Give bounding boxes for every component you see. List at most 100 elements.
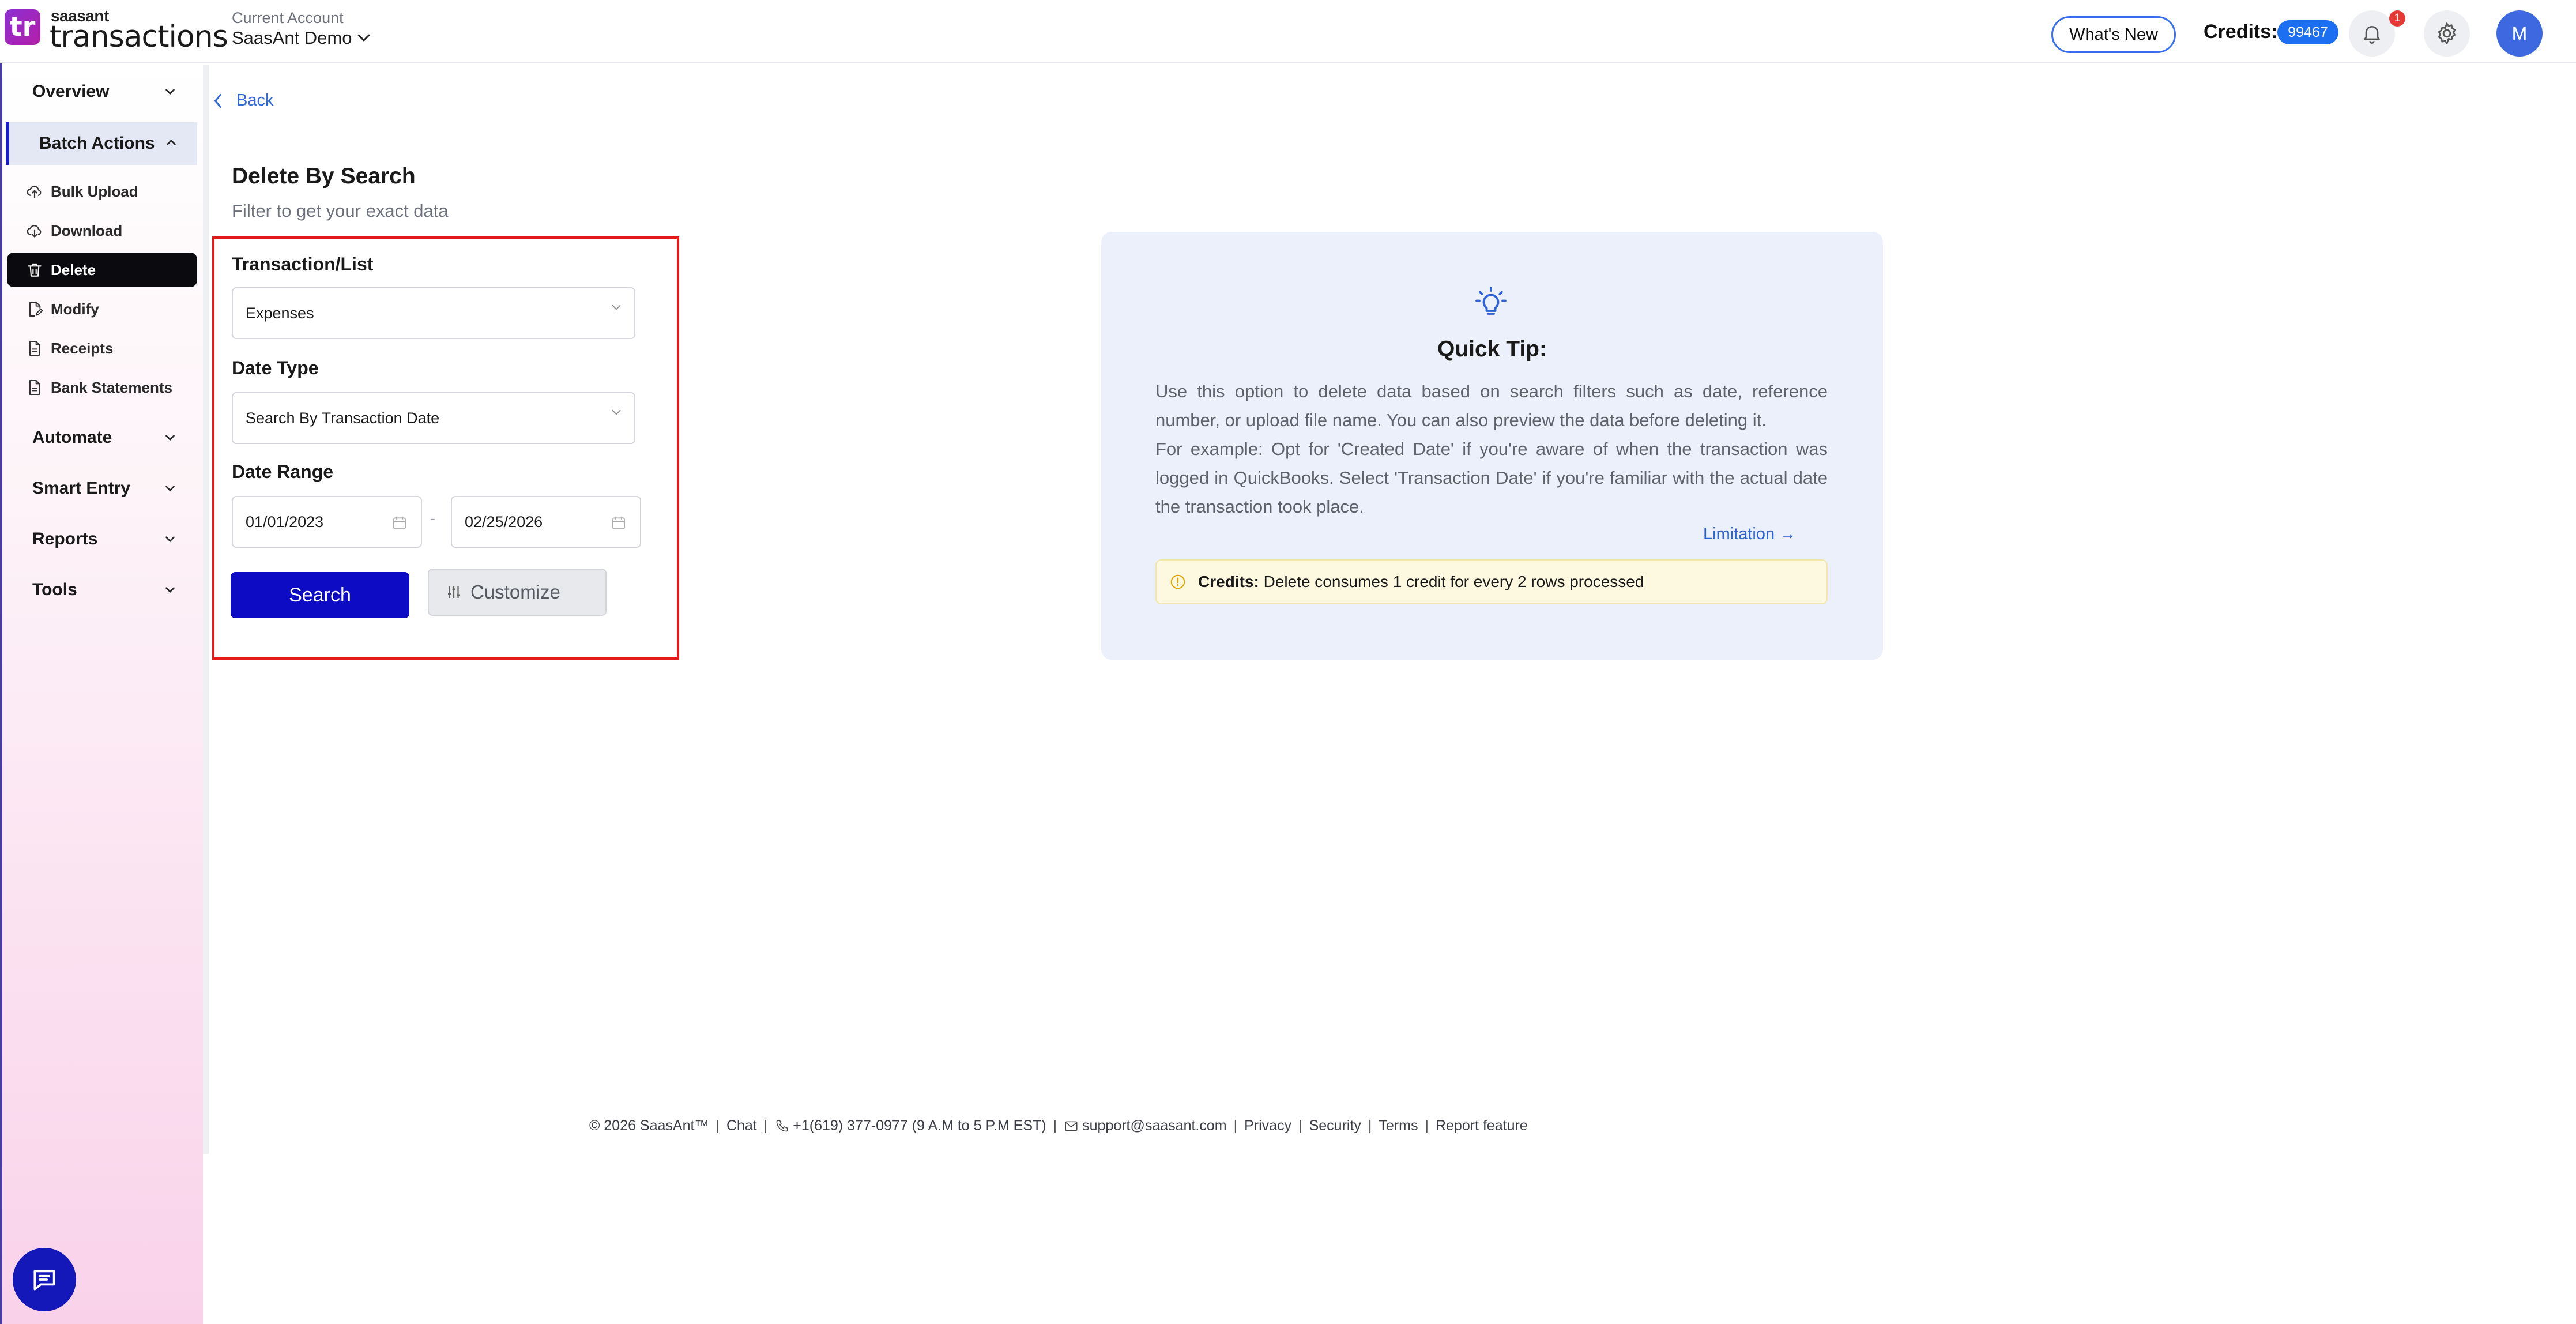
chat-icon [33,1270,55,1291]
top-header: tr saasant transactions Current Account … [0,0,2576,63]
notifications-button[interactable] [2349,10,2395,57]
transaction-list-label: Transaction/List [232,254,374,274]
sidebar-group-reports[interactable]: Reports [8,519,196,559]
chevron-down-icon [165,587,175,593]
sliders-icon [448,586,460,598]
page-title: Delete By Search [232,164,416,189]
quick-tip-title: Quick Tip: [1437,337,1547,362]
limitation-link[interactable]: Limitation → [1703,525,1796,544]
footer-terms-link[interactable]: Terms [1379,1118,1418,1134]
footer-phone[interactable]: +1(619) 377-0977 (9 A.M to 5 P.M EST) [774,1118,1046,1134]
sidebar-item-label: Download [51,221,123,239]
sidebar-item-bank-statements[interactable]: Bank Statements [7,370,197,405]
calendar-icon[interactable] [610,514,627,532]
bell-icon [2364,26,2380,44]
date-type-select[interactable]: Search By Transaction Date [232,392,635,444]
credits-usage-note: Credits: Delete consumes 1 credit for ev… [1155,559,1828,604]
sidebar-group-batch-actions[interactable]: Batch Actions [6,122,197,165]
date-range-label: Date Range [232,461,334,482]
customize-label: Customize [470,581,560,603]
date-from-value: 01/01/2023 [246,513,324,531]
date-type-value: Search By Transaction Date [246,409,440,427]
credits-badge[interactable]: 99467 [2277,20,2338,44]
transaction-list-select[interactable]: Expenses [232,287,635,339]
document-icon [29,341,40,356]
credits-note-text: Delete consumes 1 credit for every 2 row… [1263,573,1644,590]
chevron-down-icon [165,536,175,543]
credits-note-label: Credits: [1198,573,1259,590]
footer-privacy-link[interactable]: Privacy [1244,1118,1291,1134]
sidebar-group-automate[interactable]: Automate [8,417,196,458]
sidebar-item-delete[interactable]: Delete [7,253,197,287]
sidebar-group-label: Overview [32,82,110,101]
back-label: Back [236,91,274,110]
date-to-value: 02/25/2026 [465,513,543,531]
sidebar-group-label: Smart Entry [32,479,131,498]
footer: © 2026 SaasAnt™ | Chat | +1(619) 377-097… [589,1118,1528,1134]
date-from-input[interactable]: 01/01/2023 [232,496,422,548]
sidebar-item-download[interactable]: Download [7,213,197,248]
footer-email[interactable]: support@saasant.com [1064,1118,1227,1134]
sidebar-item-receipts[interactable]: Receipts [7,331,197,366]
sidebar-item-label: Bulk Upload [51,182,138,200]
cloud-upload-icon [27,186,42,198]
transaction-list-value: Expenses [246,304,314,322]
footer-chat-link[interactable]: Chat [726,1118,757,1134]
footer-email-text: support@saasant.com [1082,1118,1227,1134]
sidebar-item-label: Bank Statements [51,378,172,396]
logo-mark[interactable]: tr [5,9,40,45]
sidebar-item-label: Modify [51,300,99,318]
sidebar-item-modify[interactable]: Modify [7,292,197,326]
sidebar-group-label: Reports [32,529,98,548]
account-switcher[interactable]: SaasAnt Demo [232,28,352,48]
sidebar-item-label: Delete [51,261,96,279]
sidebar-group-overview[interactable]: Overview [8,72,196,112]
chevron-down-icon [612,304,621,310]
sidebar-group-label: Batch Actions [39,134,155,153]
chat-support-button[interactable] [13,1248,76,1311]
chevron-left-icon [214,93,221,108]
quick-tip-paragraph-2: For example: Opt for 'Created Date' if y… [1155,439,1828,517]
document-icon [29,380,40,395]
search-button[interactable]: Search [231,572,409,618]
mail-icon [1065,1121,1078,1131]
sidebar-group-label: Tools [32,580,77,599]
chevron-down-icon[interactable] [355,29,372,46]
date-type-label: Date Type [232,358,319,378]
lightbulb-icon [1475,287,1507,315]
back-link[interactable]: Back [212,91,273,110]
sidebar-scrollbar[interactable] [203,65,209,1154]
cloud-download-icon [27,225,42,238]
date-to-input[interactable]: 02/25/2026 [451,496,641,548]
quick-tip-paragraph-1: Use this option to delete data based on … [1155,381,1828,430]
trash-icon [28,263,42,277]
credits-label: Credits: [2204,21,2278,43]
chevron-down-icon [165,486,175,492]
chevron-up-icon [167,139,176,145]
page-subtitle: Filter to get your exact data [232,201,449,221]
whats-new-button[interactable]: What's New [2051,16,2176,53]
footer-copyright: © 2026 SaasAnt™ [589,1118,709,1134]
sidebar-group-label: Automate [32,428,112,447]
sidebar-item-label: Receipts [51,339,114,357]
phone-icon [776,1119,788,1131]
footer-security-link[interactable]: Security [1309,1118,1361,1134]
logo-product-name[interactable]: transactions [50,20,228,54]
edit-document-icon [29,302,43,317]
gear-icon [2438,22,2456,44]
avatar[interactable]: M [2496,10,2543,57]
chevron-down-icon [165,435,175,441]
chevron-down-icon [612,409,621,415]
sidebar-group-smart-entry[interactable]: Smart Entry [8,468,196,509]
footer-report-feature-link[interactable]: Report feature [1436,1118,1528,1134]
customize-button[interactable]: Customize [428,569,607,616]
chevron-down-icon [165,89,175,95]
date-range-separator: - [430,510,435,527]
info-icon [1170,574,1185,589]
calendar-icon[interactable] [391,514,408,532]
account-caption: Current Account [232,9,344,27]
settings-button[interactable] [2424,10,2470,57]
notification-count-badge: 1 [2389,10,2405,27]
sidebar-group-tools[interactable]: Tools [8,570,196,610]
sidebar-item-bulk-upload[interactable]: Bulk Upload [7,174,197,209]
